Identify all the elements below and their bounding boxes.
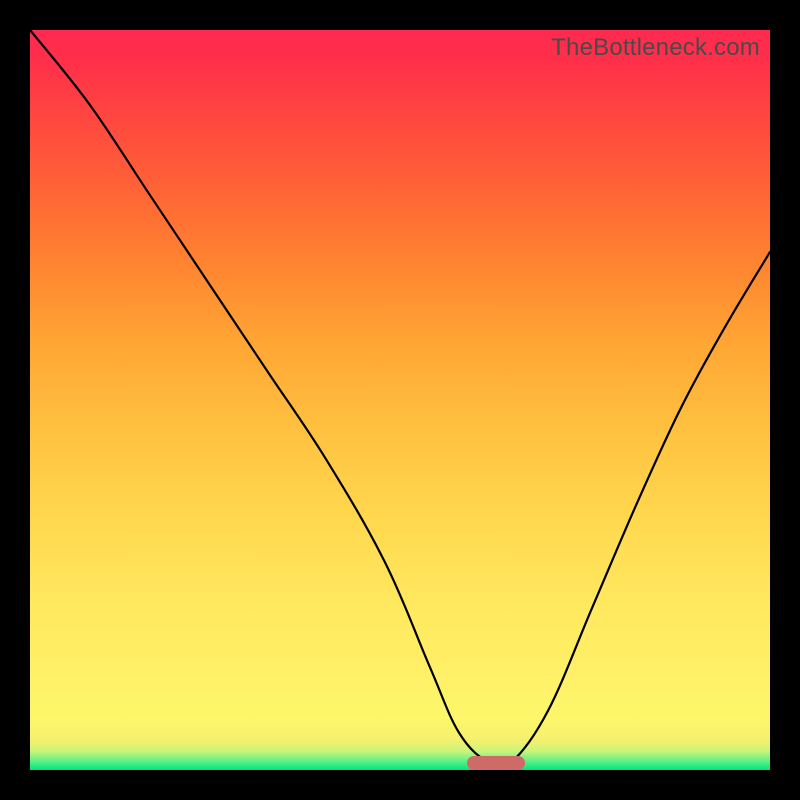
chart-frame: TheBottleneck.com: [0, 0, 800, 800]
plot-area: TheBottleneck.com: [30, 30, 770, 770]
bottleneck-curve: [30, 30, 770, 770]
optimal-point-indicator: [467, 756, 525, 770]
